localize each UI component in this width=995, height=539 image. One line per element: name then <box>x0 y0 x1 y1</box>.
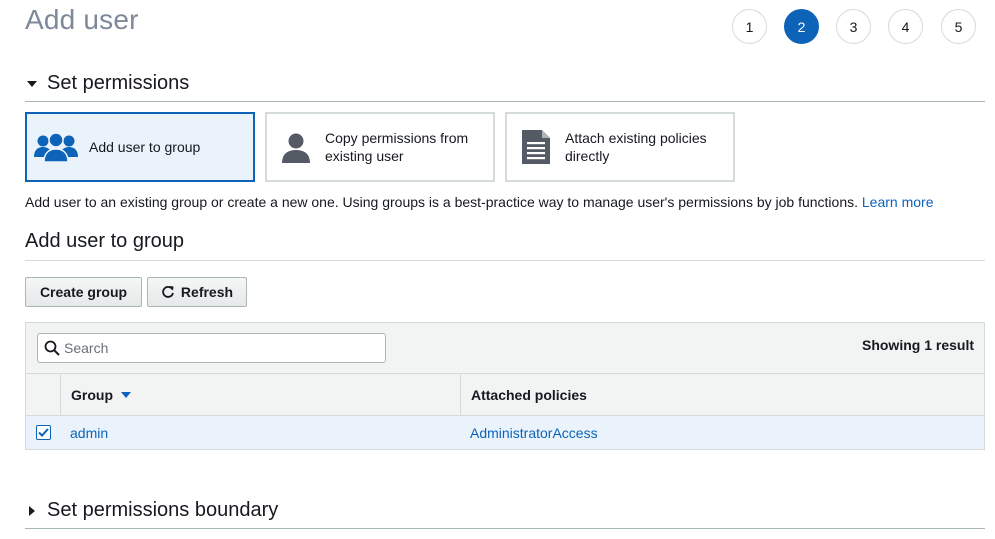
search-box[interactable] <box>37 333 386 363</box>
option-copy-permissions[interactable]: Copy permissions from existing user <box>265 112 495 182</box>
stepper: 1 2 3 4 5 <box>732 9 976 44</box>
row-checkbox[interactable] <box>36 425 51 440</box>
group-description: Add user to an existing group or create … <box>25 194 933 210</box>
refresh-label: Refresh <box>180 284 234 300</box>
set-permissions-title: Set permissions <box>47 72 190 94</box>
create-group-button[interactable]: Create group <box>25 277 142 307</box>
step-5[interactable]: 5 <box>941 9 976 44</box>
checkmark-icon <box>38 428 49 437</box>
result-count: Showing 1 result <box>861 337 974 353</box>
user-icon <box>267 131 325 163</box>
column-header-group-label: Group <box>71 386 113 403</box>
step-1[interactable]: 1 <box>732 9 767 44</box>
page-title: Add user <box>25 4 139 35</box>
refresh-button[interactable]: Refresh <box>147 277 247 307</box>
option-label: Add user to group <box>89 139 201 155</box>
option-add-user-to-group[interactable]: Add user to group <box>25 112 255 182</box>
groups-table: Showing 1 result Group Attached policies… <box>25 322 985 450</box>
table-toolbar: Showing 1 result <box>26 323 984 374</box>
column-header-policies: Attached policies <box>471 386 587 403</box>
step-4[interactable]: 4 <box>888 9 923 44</box>
learn-more-link[interactable]: Learn more <box>862 194 934 210</box>
search-input[interactable] <box>64 340 364 356</box>
policy-link[interactable]: AdministratorAccess <box>470 425 598 441</box>
search-icon <box>44 340 60 356</box>
step-3[interactable]: 3 <box>836 9 871 44</box>
set-permissions-boundary-header[interactable]: Set permissions boundary <box>25 499 985 529</box>
refresh-icon <box>161 285 175 299</box>
table-row[interactable]: admin AdministratorAccess <box>26 416 984 449</box>
description-text: Add user to an existing group or create … <box>25 194 858 210</box>
group-link-admin[interactable]: admin <box>70 425 108 441</box>
table-header: Group Attached policies <box>26 374 984 416</box>
caret-down-icon <box>25 77 39 91</box>
header-select-column <box>26 374 61 415</box>
caret-right-icon <box>25 504 39 518</box>
add-user-to-group-title: Add user to group <box>25 230 985 261</box>
option-attach-policies[interactable]: Attach existing policies directly <box>505 112 735 182</box>
option-label: Attach existing policies directly <box>565 130 707 164</box>
option-label: Copy permissions from existing user <box>325 130 469 164</box>
boundary-title: Set permissions boundary <box>47 499 279 521</box>
step-2-current[interactable]: 2 <box>784 9 819 44</box>
users-group-icon <box>27 131 85 163</box>
column-header-group[interactable]: Group <box>61 374 461 415</box>
set-permissions-header[interactable]: Set permissions <box>25 72 985 102</box>
document-icon <box>507 130 565 164</box>
sort-desc-icon[interactable] <box>121 391 131 398</box>
